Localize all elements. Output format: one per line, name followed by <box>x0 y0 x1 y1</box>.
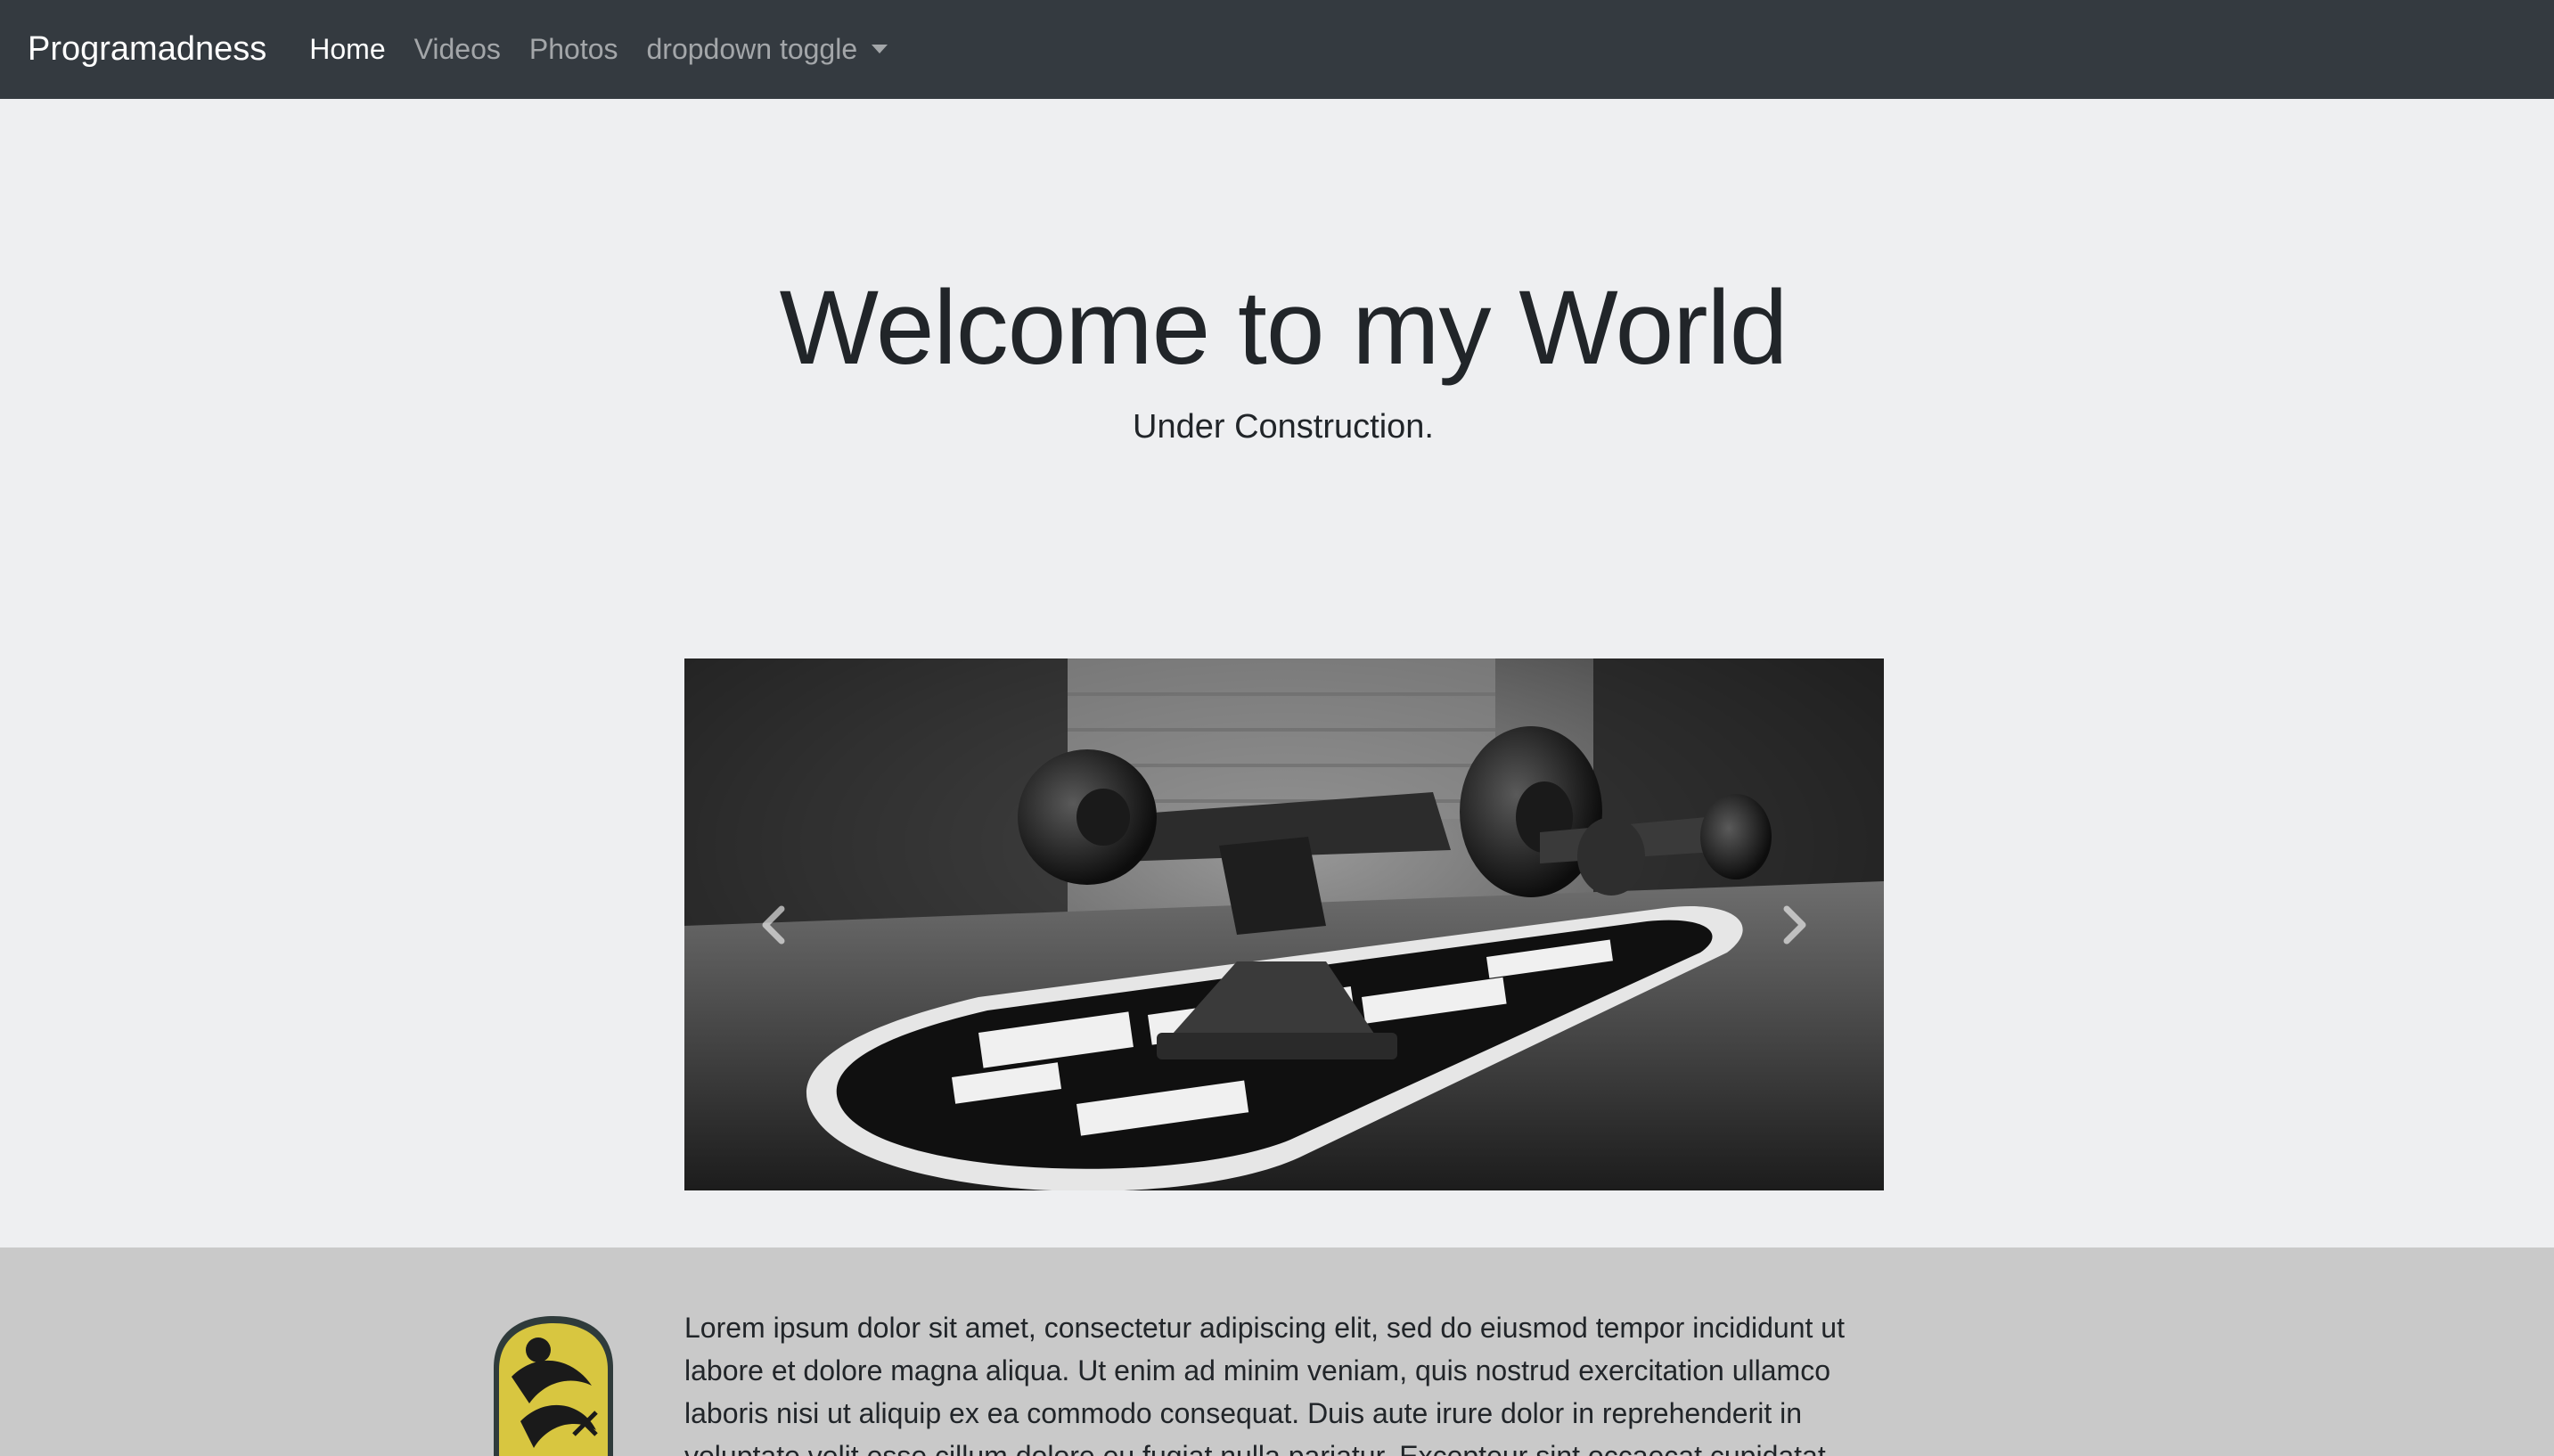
dropdown-toggle[interactable]: dropdown toggle <box>647 33 888 66</box>
navbar-brand[interactable]: Programadness <box>28 30 266 69</box>
caret-down-icon <box>872 45 888 53</box>
lorem-paragraph: Lorem ipsum dolor sit amet, consectetur … <box>684 1312 1845 1456</box>
content-section: Lorem ipsum dolor sit amet, consectetur … <box>0 1247 2554 1456</box>
page-title: Welcome to my World <box>779 269 1789 387</box>
image-carousel <box>684 658 1884 1190</box>
nav-link-home[interactable]: Home <box>309 33 385 66</box>
chevron-left-icon <box>762 905 785 944</box>
nav-link-photos[interactable]: Photos <box>529 33 618 66</box>
carousel-next-button[interactable] <box>1706 658 1884 1190</box>
chevron-right-icon <box>1783 905 1806 944</box>
skateboard-photo <box>684 658 1884 1190</box>
page-subtitle: Under Construction. <box>1133 408 1434 446</box>
dropdown-toggle-label: dropdown toggle <box>646 33 858 65</box>
carousel-prev-button[interactable] <box>684 658 863 1190</box>
skateboard-deck-image <box>494 1316 613 1456</box>
navbar: Programadness Home Videos Photos dropdow… <box>0 0 2554 99</box>
nav-link-videos[interactable]: Videos <box>414 33 501 66</box>
